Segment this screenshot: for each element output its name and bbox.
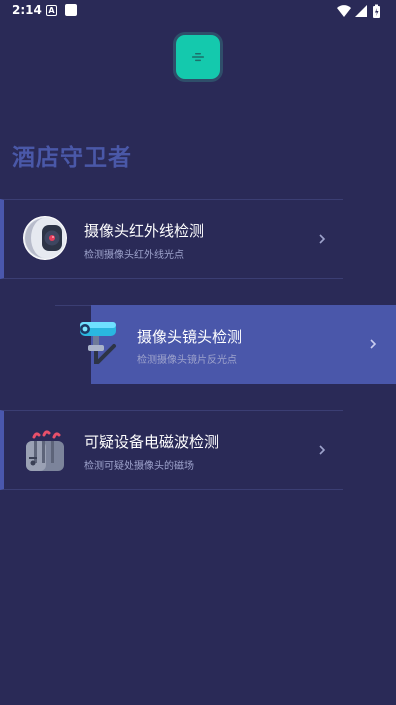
wifi-icon bbox=[337, 5, 351, 17]
camera-lens-icon bbox=[22, 215, 68, 261]
battery-icon bbox=[373, 4, 380, 18]
surveillance-camera-icon bbox=[76, 318, 120, 368]
menu-button[interactable] bbox=[176, 35, 220, 79]
status-time: 2:14 bbox=[12, 3, 42, 17]
chevron-right-icon bbox=[319, 234, 326, 244]
card-subtitle: 检测摄像头镜片反光点 bbox=[137, 355, 237, 366]
status-bar: 2:14 A bbox=[0, 0, 396, 24]
feature-card-electromagnetic[interactable]: 可疑设备电磁波检测 检测可疑处摄像头的磁场 bbox=[0, 410, 343, 490]
card-title: 摄像头镜头检测 bbox=[137, 328, 243, 346]
status-icons bbox=[337, 4, 380, 18]
toaster-device-icon bbox=[20, 427, 70, 473]
menu-icon bbox=[192, 53, 204, 62]
feature-card-lens[interactable]: 摄像头镜头检测 检测摄像头镜片反光点 bbox=[91, 305, 396, 384]
card-title: 摄像头红外线检测 bbox=[84, 222, 205, 240]
card-title: 可疑设备电磁波检测 bbox=[84, 433, 220, 451]
notification-a-icon: A bbox=[46, 5, 57, 16]
app-title: 酒店守卫者 bbox=[12, 145, 132, 171]
feature-card-infrared[interactable]: 摄像头红外线检测 检测摄像头红外线光点 bbox=[0, 199, 343, 279]
chevron-right-icon bbox=[370, 339, 377, 349]
chevron-right-icon bbox=[319, 445, 326, 455]
card-subtitle: 检测摄像头红外线光点 bbox=[84, 250, 184, 261]
card-subtitle: 检测可疑处摄像头的磁场 bbox=[84, 461, 194, 472]
signal-icon bbox=[355, 5, 367, 17]
card-divider bbox=[55, 305, 91, 306]
notification-square-icon bbox=[65, 4, 77, 16]
